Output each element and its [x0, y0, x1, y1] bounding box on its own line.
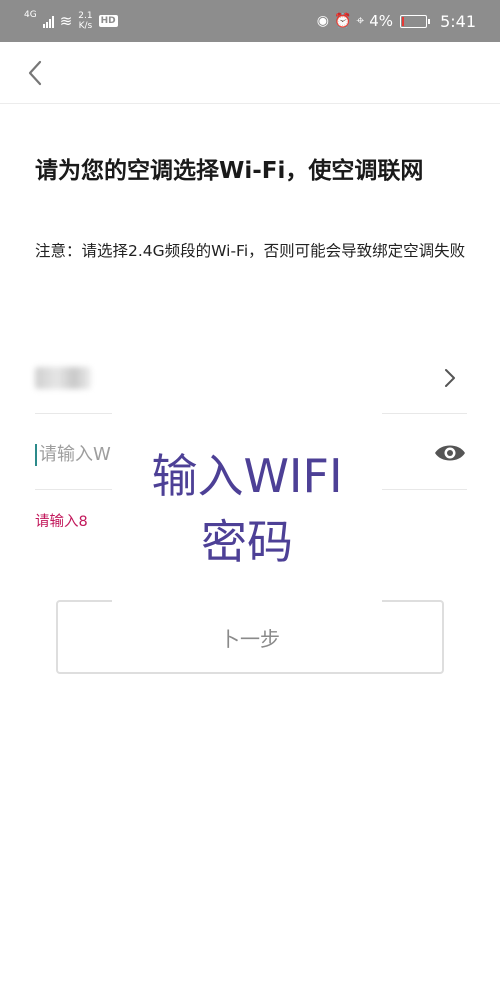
clock-time: 5:41: [440, 11, 476, 31]
overlay-caption-line2: 密码: [201, 515, 293, 569]
nav-bar: [0, 42, 500, 104]
location-icon: ⌖: [356, 13, 365, 29]
page-title: 请为您的空调选择Wi-Fi，使空调联网: [35, 158, 424, 184]
status-bar: 4G ≋ 2.1 K/s HD ◉ ⏰ ⌖ 4% 5:41: [0, 0, 500, 42]
chevron-left-icon: [28, 60, 42, 86]
text-cursor: [35, 444, 37, 466]
status-left-group: 4G ≋ 2.1 K/s HD: [24, 8, 118, 34]
alarm-icon: ⏰: [333, 13, 352, 29]
battery-icon: [400, 14, 431, 28]
wifi-name-blurred: [35, 367, 91, 389]
eye-icon[interactable]: [433, 440, 467, 466]
overlay-card: [112, 412, 382, 606]
network-type-label: 4G: [24, 9, 37, 20]
overlay-caption-line1: 输入WIFI: [151, 449, 343, 503]
next-step-button[interactable]: 卜一步: [56, 600, 444, 674]
wifi-icon: ≋: [59, 11, 73, 30]
hd-badge: HD: [98, 15, 118, 27]
speed-value: 2.1: [78, 11, 93, 21]
signal-icon: [42, 14, 54, 28]
battery-percent: 4%: [369, 12, 394, 30]
wifi-select-row[interactable]: [35, 347, 467, 409]
band-notice: 注意：请选择2.4G频段的Wi-Fi，否则可能会导致绑定空调失败: [35, 242, 466, 260]
speed-unit: K/s: [78, 21, 93, 31]
network-speed: 2.1 K/s: [78, 11, 92, 31]
chevron-right-icon: [445, 369, 455, 387]
status-right-group: ◉ ⏰ ⌖ 4% 5:41: [317, 8, 476, 34]
password-error-text: 请输入8: [35, 514, 88, 530]
eye-comfort-icon: ◉: [316, 13, 329, 29]
back-button[interactable]: [22, 58, 52, 88]
